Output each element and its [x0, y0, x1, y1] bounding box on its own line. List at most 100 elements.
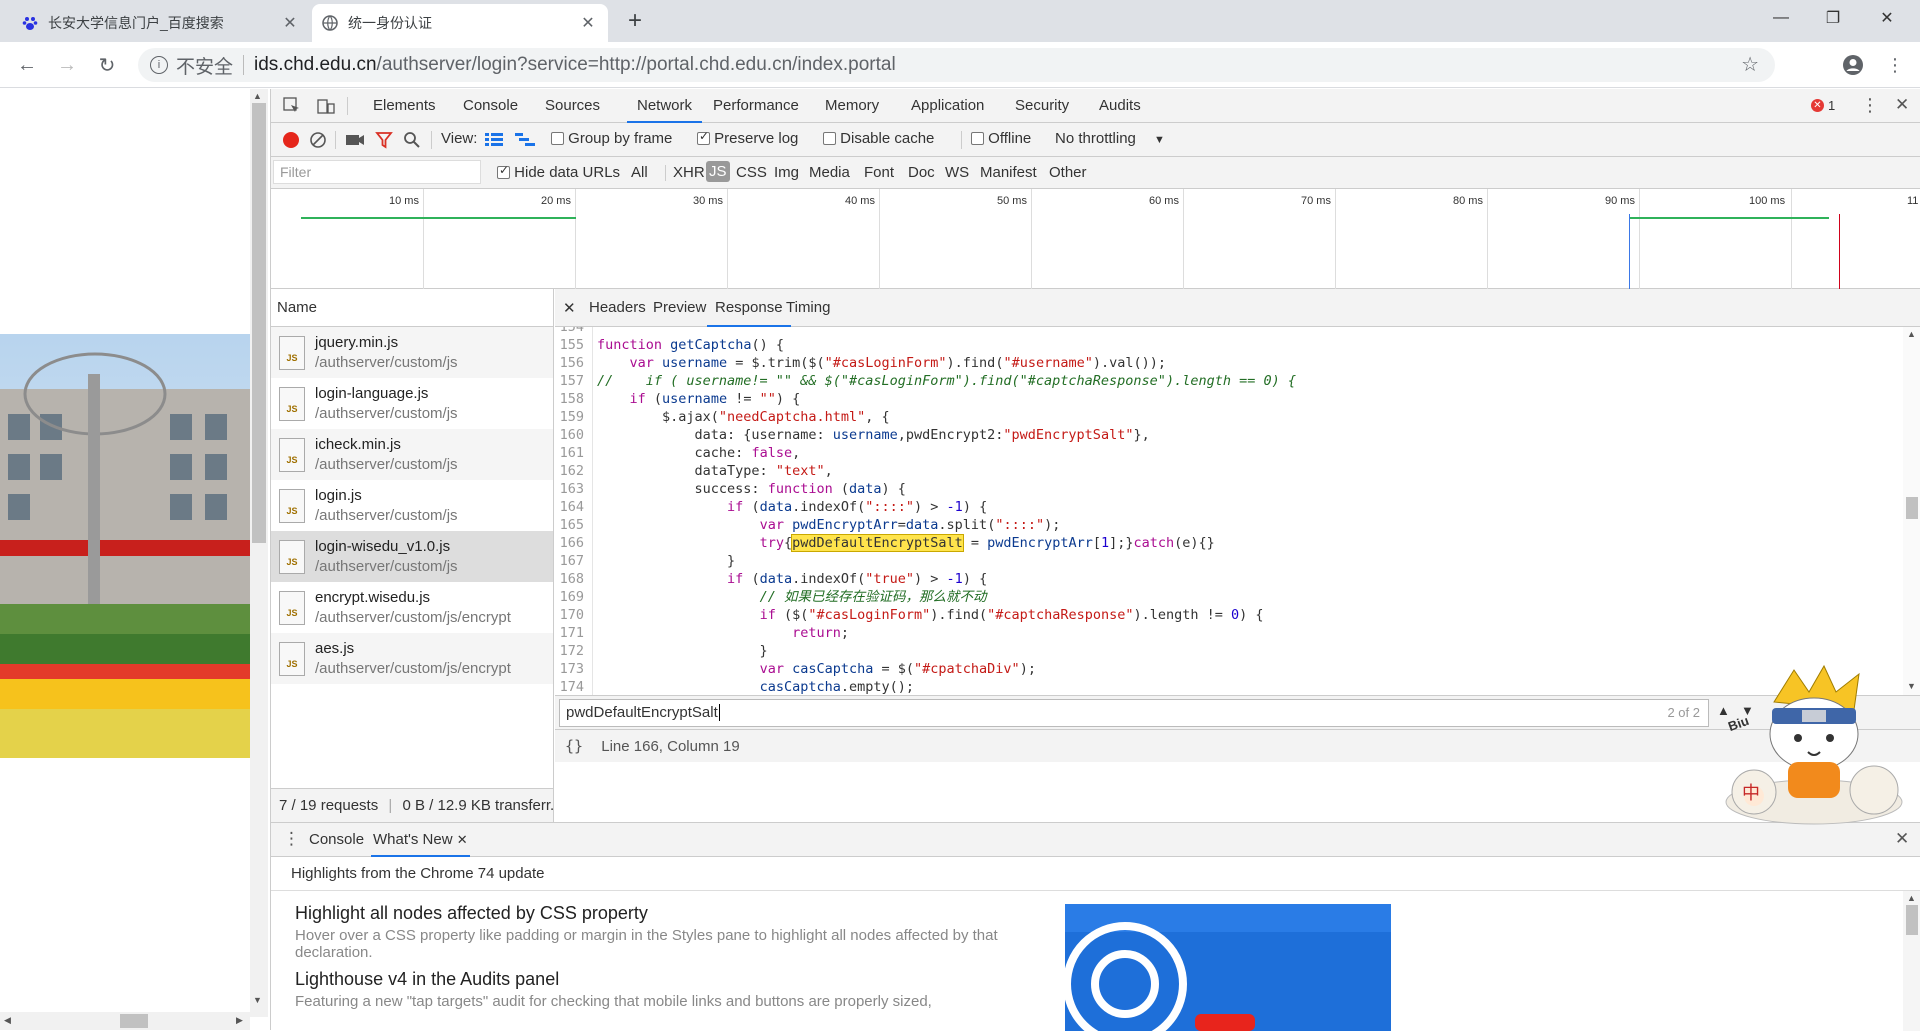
- bookmark-star-icon[interactable]: ☆: [1741, 52, 1759, 77]
- scroll-up-icon[interactable]: ▲: [1907, 893, 1916, 903]
- restore-button[interactable]: ❐: [1810, 0, 1856, 36]
- browser-tab-baidu[interactable]: 长安大学信息门户_百度搜索 ✕: [12, 4, 310, 42]
- tab-response[interactable]: Response: [707, 289, 791, 327]
- scrollbar-thumb[interactable]: [252, 103, 266, 543]
- page-horizontal-scrollbar[interactable]: ◀ ▶: [0, 1012, 250, 1030]
- tab-console[interactable]: Console: [463, 89, 518, 123]
- drawer-menu-icon[interactable]: ⋮: [283, 829, 300, 849]
- close-window-button[interactable]: ✕: [1864, 0, 1910, 36]
- tab-audits[interactable]: Audits: [1099, 89, 1141, 123]
- name-column-header[interactable]: Name: [271, 289, 553, 327]
- new-tab-button[interactable]: +: [620, 6, 650, 36]
- scrollbar-thumb[interactable]: [1906, 497, 1918, 519]
- tab-memory[interactable]: Memory: [825, 89, 879, 123]
- request-row[interactable]: JS login.js/authserver/custom/js: [271, 480, 553, 531]
- tab-headers[interactable]: Headers: [589, 289, 646, 327]
- filter-type-css[interactable]: CSS: [736, 164, 767, 181]
- offline-checkbox[interactable]: [971, 132, 984, 145]
- response-source-code[interactable]: 154 155 function getCaptcha() {156 var use…: [555, 327, 1901, 695]
- close-detail-icon[interactable]: ✕: [563, 299, 576, 317]
- ime-language-indicator[interactable]: 中: [1742, 779, 1760, 805]
- devtools-menu-icon[interactable]: ⋮: [1861, 95, 1879, 116]
- feature-description: Hover over a CSS property like padding o…: [295, 927, 998, 961]
- large-rows-icon[interactable]: [485, 132, 503, 152]
- tab-timing[interactable]: Timing: [786, 289, 830, 327]
- scroll-up-icon[interactable]: ▲: [253, 91, 262, 101]
- offline-option[interactable]: Offline: [971, 130, 1031, 147]
- account-icon[interactable]: [1838, 50, 1868, 80]
- filter-type-xhr[interactable]: XHR: [673, 164, 705, 181]
- request-row[interactable]: JS aes.js/authserver/custom/js/encrypt: [271, 633, 553, 684]
- tab-security[interactable]: Security: [1015, 89, 1069, 123]
- filter-type-img[interactable]: Img: [774, 164, 799, 181]
- filter-type-manifest[interactable]: Manifest: [980, 164, 1037, 181]
- search-icon[interactable]: [403, 131, 421, 153]
- code-scrollbar[interactable]: ▲ ▼: [1903, 327, 1920, 695]
- minimize-button[interactable]: —: [1758, 0, 1804, 36]
- tab-network[interactable]: Network: [627, 89, 703, 123]
- hide-data-urls-checkbox[interactable]: [497, 163, 510, 179]
- preserve-log-checkbox[interactable]: [697, 129, 710, 145]
- filter-funnel-icon[interactable]: [375, 131, 393, 153]
- inspect-element-icon[interactable]: [283, 97, 301, 118]
- scroll-up-icon[interactable]: ▲: [1907, 329, 1916, 339]
- filter-type-media[interactable]: Media: [809, 164, 850, 181]
- request-row[interactable]: JS login-language.js/authserver/custom/js: [271, 378, 553, 429]
- browser-tab-auth[interactable]: 统一身份认证 ✕: [312, 4, 608, 42]
- close-tab-icon[interactable]: ✕: [578, 13, 598, 33]
- page-vertical-scrollbar[interactable]: ▲ ▼: [250, 89, 268, 1017]
- group-by-frame-option[interactable]: Group by frame: [551, 130, 672, 147]
- disable-cache-checkbox[interactable]: [823, 132, 836, 145]
- close-devtools-icon[interactable]: ✕: [1895, 95, 1909, 115]
- request-row[interactable]: JS icheck.min.js/authserver/custom/js: [271, 429, 553, 480]
- filter-type-font[interactable]: Font: [864, 164, 894, 181]
- scroll-left-icon[interactable]: ◀: [4, 1015, 11, 1026]
- request-count: 7 / 19 requests: [279, 797, 379, 814]
- record-icon[interactable]: [283, 132, 299, 148]
- drawer-tab-whats-new[interactable]: What's New ✕: [371, 823, 470, 857]
- back-button[interactable]: ←: [12, 50, 42, 80]
- throttling-select[interactable]: No throttling ▼: [1055, 130, 1165, 147]
- scroll-right-icon[interactable]: ▶: [236, 1015, 243, 1026]
- group-by-frame-checkbox[interactable]: [551, 132, 564, 145]
- screenshot-camera-icon[interactable]: [345, 132, 365, 152]
- network-overview-timeline[interactable]: 10 ms 20 ms 30 ms 40 ms 50 ms 60 ms 70 m…: [271, 189, 1920, 289]
- pretty-print-icon[interactable]: {}: [565, 737, 583, 755]
- disable-cache-option[interactable]: Disable cache: [823, 130, 934, 147]
- clear-icon[interactable]: [309, 131, 327, 153]
- address-bar[interactable]: i 不安全 ids.chd.edu.cn /authserver/login?s…: [138, 48, 1775, 82]
- filter-type-all[interactable]: All: [631, 164, 648, 181]
- close-tab-icon[interactable]: ✕: [280, 13, 300, 33]
- tab-elements[interactable]: Elements: [373, 89, 436, 123]
- filter-type-ws[interactable]: WS: [945, 164, 969, 181]
- scrollbar-thumb[interactable]: [1906, 905, 1918, 935]
- info-icon[interactable]: i: [150, 56, 168, 74]
- preserve-log-option[interactable]: Preserve log: [697, 129, 798, 147]
- forward-button[interactable]: →: [52, 50, 82, 80]
- scrollbar-thumb[interactable]: [120, 1014, 148, 1028]
- waterfall-overview-icon[interactable]: [515, 132, 535, 152]
- device-toolbar-icon[interactable]: [317, 97, 335, 118]
- request-row-selected[interactable]: JS login-wisedu_v1.0.js/authserver/custom…: [271, 531, 553, 582]
- request-path: /authserver/custom/js: [315, 506, 458, 524]
- reload-button[interactable]: ↻: [92, 50, 122, 80]
- tab-performance[interactable]: Performance: [713, 89, 799, 123]
- tab-preview[interactable]: Preview: [653, 289, 706, 327]
- filter-type-doc[interactable]: Doc: [908, 164, 935, 181]
- ime-mascot-overlay[interactable]: Biu 中: [1714, 662, 1914, 832]
- request-row[interactable]: JS jquery.min.js/authserver/custom/js: [271, 327, 553, 378]
- drawer-tab-console[interactable]: Console: [309, 831, 364, 848]
- tab-sources[interactable]: Sources: [545, 89, 600, 123]
- hide-data-urls-option[interactable]: Hide data URLs: [497, 163, 620, 181]
- tab-application[interactable]: Application: [911, 89, 984, 123]
- filter-type-other[interactable]: Other: [1049, 164, 1087, 181]
- browser-menu-icon[interactable]: ⋮: [1880, 50, 1910, 80]
- filter-input[interactable]: Filter: [273, 160, 481, 184]
- filter-type-js[interactable]: JS: [706, 161, 730, 182]
- drawer-scrollbar[interactable]: ▲: [1903, 891, 1920, 1031]
- close-tab-icon[interactable]: ✕: [457, 832, 468, 847]
- request-row[interactable]: JS encrypt.wisedu.js/authserver/custom/js…: [271, 582, 553, 633]
- search-input[interactable]: pwdDefaultEncryptSalt 2 of 2: [559, 699, 1709, 727]
- scroll-down-icon[interactable]: ▼: [253, 995, 262, 1005]
- error-counter[interactable]: ✕ 1: [1811, 98, 1835, 113]
